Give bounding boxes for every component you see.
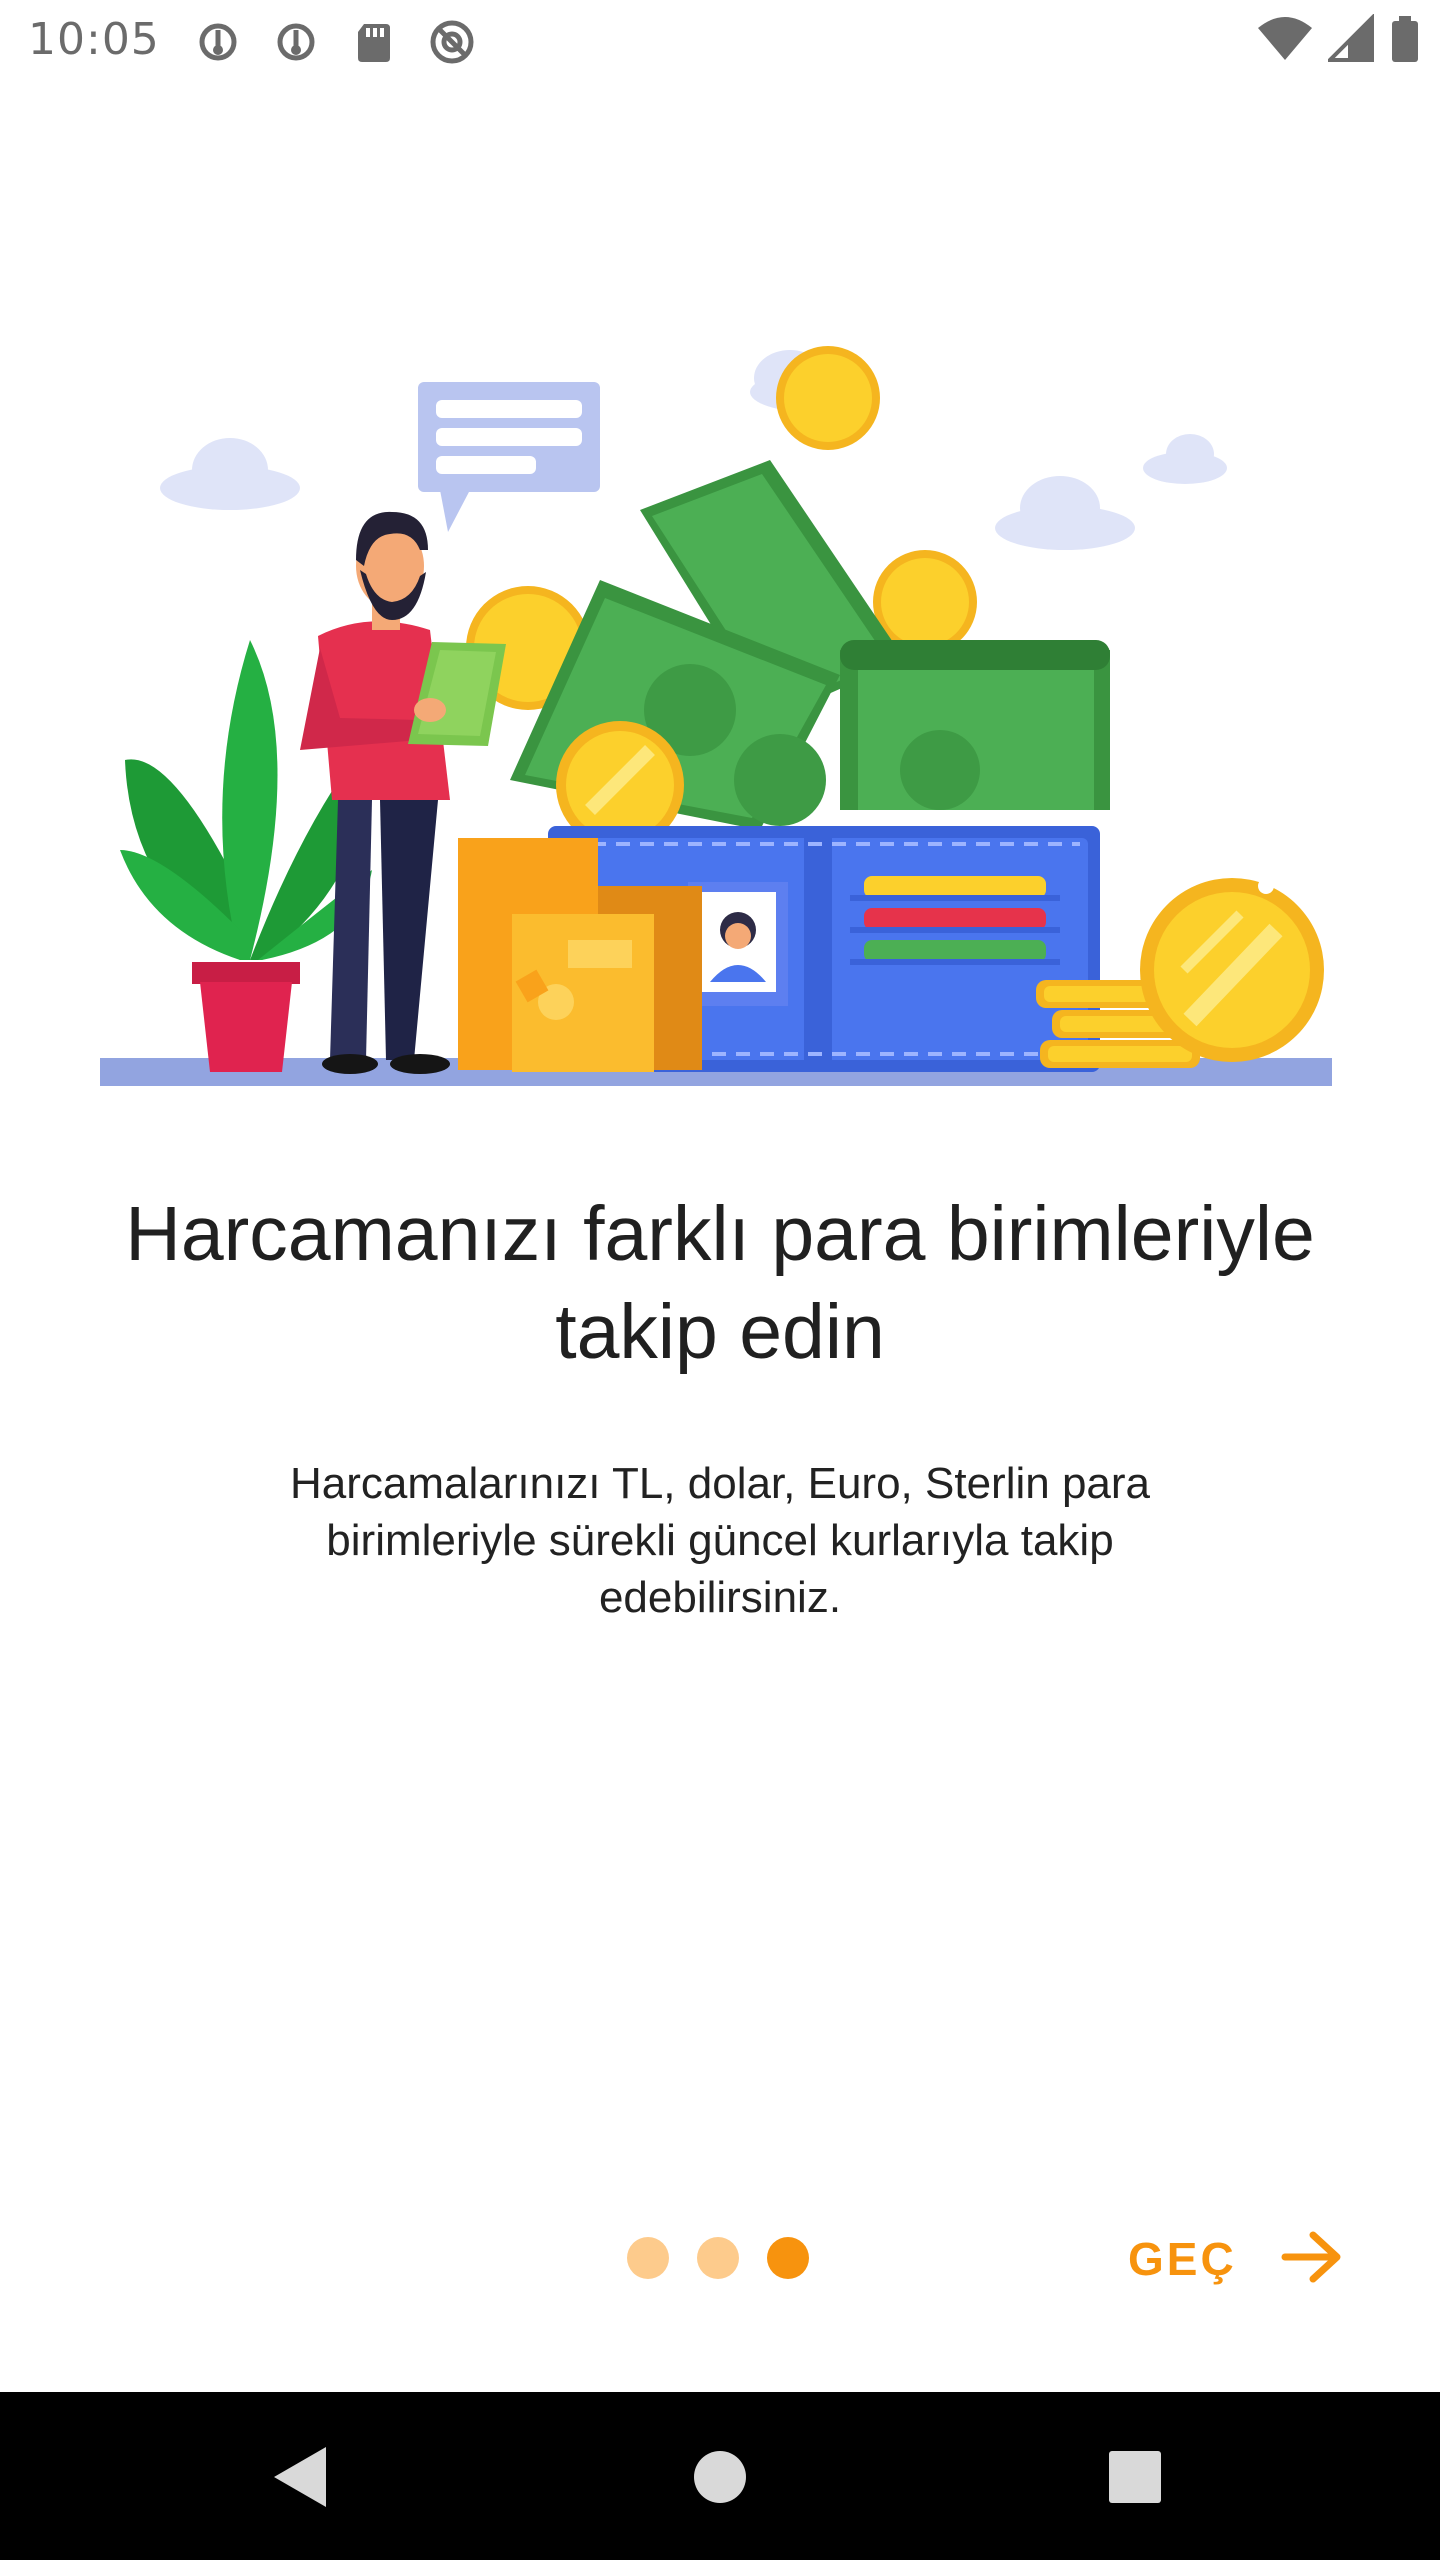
home-icon[interactable] [675, 2432, 765, 2522]
skip-button[interactable]: GEÇ [1128, 2222, 1343, 2296]
money-wallet-illustration [0, 330, 1440, 1110]
onboarding-title: Harcamanızı farklı para birimleriyle tak… [125, 1191, 1315, 1375]
wifi-icon [1256, 14, 1314, 69]
speech-bubble [418, 382, 600, 532]
skip-label: GEÇ [1128, 2233, 1237, 2285]
no-tracking-icon [426, 16, 478, 68]
page-dot-active[interactable] [767, 2237, 809, 2279]
page-dot[interactable] [627, 2237, 669, 2279]
status-time: 10:05 [28, 14, 160, 65]
battery-icon [1390, 14, 1420, 69]
status-system-icons [1256, 13, 1420, 69]
arrow-right-icon [1281, 2229, 1343, 2290]
onboarding-screen: 10:05 Harcamanızı farklı para birimleriy… [0, 0, 1440, 2560]
coin [1140, 878, 1324, 1062]
onboarding-description: Harcamalarınızı TL, dolar, Euro, Sterlin… [289, 1459, 1151, 1622]
lock-sync-icon [270, 16, 322, 68]
cellular-signal-icon [1325, 13, 1376, 69]
back-icon[interactable] [255, 2432, 345, 2522]
status-bar: 10:05 [0, 0, 1440, 84]
sd-card-icon [348, 16, 400, 68]
page-dot[interactable] [697, 2237, 739, 2279]
status-notification-icons [192, 16, 478, 68]
page-indicator [627, 2237, 809, 2279]
coin [776, 346, 880, 450]
lock-sync-icon [192, 16, 244, 68]
navigation-bar [0, 2392, 1440, 2560]
recents-icon[interactable] [1090, 2432, 1180, 2522]
